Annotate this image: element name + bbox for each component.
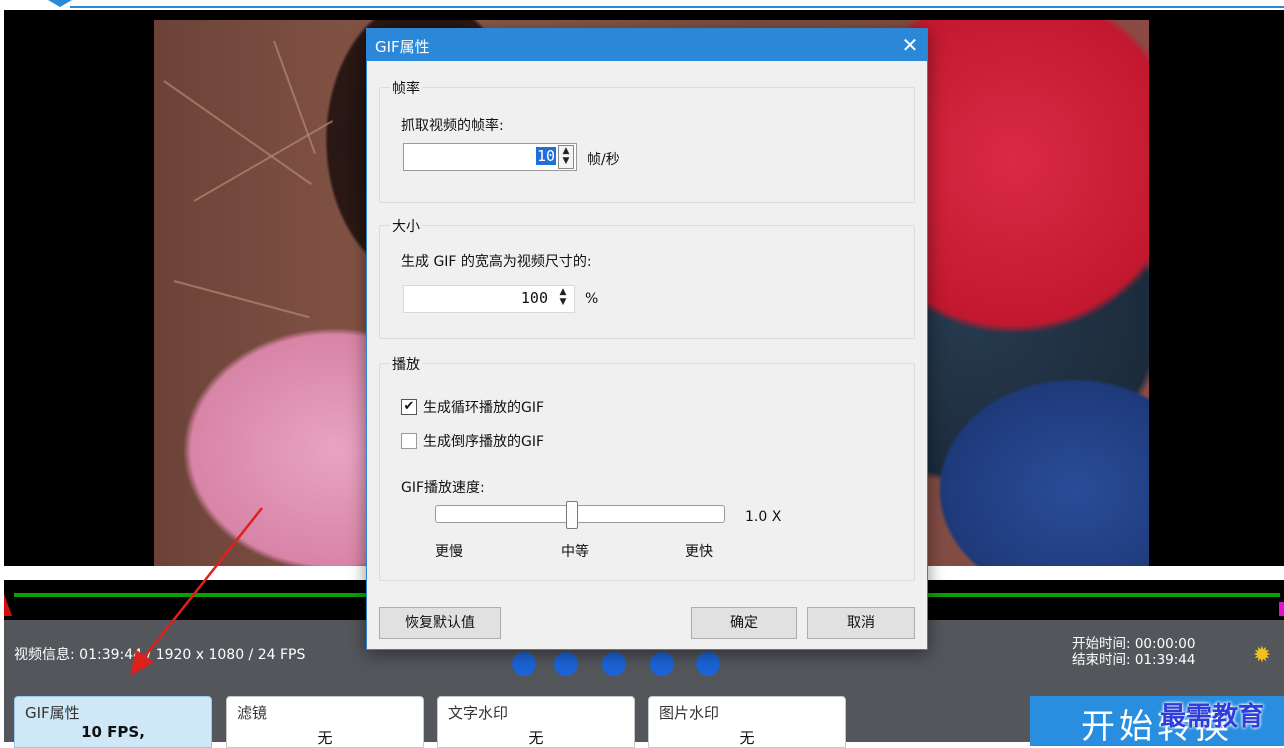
group-title: 帧率: [390, 78, 422, 98]
gear-icon[interactable]: ✹: [1250, 644, 1274, 668]
spinner-arrows-icon[interactable]: ▲ ▼: [558, 145, 574, 169]
size-prompt: 生成 GIF 的宽高为视频尺寸的:: [401, 254, 592, 270]
site-watermark: 最需教育: [1160, 702, 1265, 732]
tab-label: 图片水印: [659, 704, 720, 722]
gif-properties-dialog: GIF属性 ✕ 帧率 抓取视频的帧率: 10 ▲ ▼ 帧/秒 大小 生成 GIF …: [366, 28, 928, 650]
tab-value: 10 FPS,: [81, 723, 145, 741]
loop-label[interactable]: 生成循环播放的GIF: [423, 397, 544, 417]
speed-medium-label: 中等: [561, 544, 589, 560]
end-time: 结束时间: 01:39:44: [1072, 652, 1196, 668]
dialog-titlebar[interactable]: [367, 29, 927, 61]
tab-text-watermark[interactable]: 文字水印 无: [437, 696, 635, 748]
tab-filter[interactable]: 滤镜 无: [226, 696, 424, 748]
dialog-title: GIF属性: [375, 38, 430, 56]
checkmark-icon: ✔: [403, 399, 415, 414]
frame-rate-stepper[interactable]: 10 ▲ ▼: [403, 143, 577, 171]
snapshot-icon[interactable]: [696, 652, 720, 676]
group-title: 大小: [390, 216, 422, 236]
start-marker[interactable]: [4, 594, 12, 616]
frame-rate-unit: 帧/秒: [587, 152, 620, 168]
frame-rate-prompt: 抓取视频的帧率:: [401, 118, 504, 134]
playback-controls: [512, 652, 732, 676]
reverse-checkbox[interactable]: [401, 433, 417, 449]
reverse-label[interactable]: 生成倒序播放的GIF: [423, 431, 544, 451]
end-marker[interactable]: [1279, 602, 1284, 616]
tab-gif-properties[interactable]: GIF属性 10 FPS,: [14, 696, 212, 748]
size-value[interactable]: 100: [521, 289, 548, 307]
size-stepper[interactable]: 100 ▲ ▼: [403, 285, 575, 313]
speed-slow-label: 更慢: [435, 544, 463, 560]
frame-rate-value[interactable]: 10: [535, 147, 556, 165]
tab-label: 文字水印: [448, 704, 509, 722]
tab-value: 无: [317, 729, 333, 747]
play-icon[interactable]: [602, 652, 626, 676]
window-notch: [48, 0, 72, 7]
speed-slider-track[interactable]: [435, 505, 725, 523]
window-accent-line: [70, 6, 1284, 8]
speed-value: 1.0 X: [745, 509, 782, 525]
stop-icon[interactable]: [512, 652, 536, 676]
spinner-arrows-icon[interactable]: ▲ ▼: [556, 287, 570, 309]
tab-label: GIF属性: [25, 704, 80, 722]
reset-defaults-button[interactable]: 恢复默认值: [379, 607, 501, 639]
speed-slider-thumb[interactable]: [565, 501, 578, 529]
loop-checkbox[interactable]: ✔: [401, 399, 417, 415]
group-title: 播放: [390, 354, 422, 374]
speed-label: GIF播放速度:: [401, 480, 485, 496]
start-time: 开始时间: 00:00:00: [1072, 636, 1196, 652]
ok-button[interactable]: 确定: [691, 607, 797, 639]
tab-value: 无: [528, 729, 544, 747]
size-group: 大小: [379, 216, 915, 339]
fast-forward-icon[interactable]: [650, 652, 674, 676]
tab-value: 无: [739, 729, 755, 747]
rewind-icon[interactable]: [554, 652, 578, 676]
size-unit: %: [585, 291, 599, 307]
tab-label: 滤镜: [237, 704, 268, 722]
close-icon[interactable]: ✕: [893, 29, 927, 61]
cancel-button[interactable]: 取消: [807, 607, 915, 639]
speed-fast-label: 更快: [685, 544, 713, 560]
annotation-arrow: [130, 507, 263, 676]
tab-image-watermark[interactable]: 图片水印 无: [648, 696, 846, 748]
time-range: 开始时间: 00:00:00 结束时间: 01:39:44: [1072, 636, 1195, 668]
